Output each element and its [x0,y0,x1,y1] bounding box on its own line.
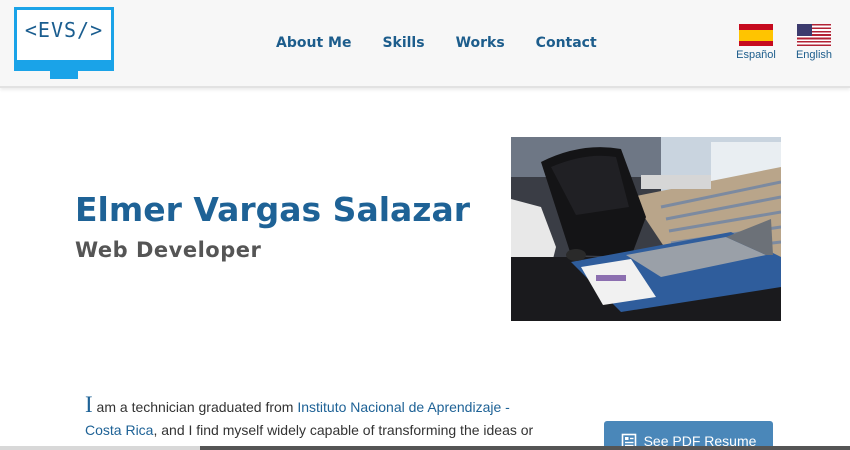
hero-role: Web Developer [75,238,262,262]
nav-skills[interactable]: Skills [382,35,424,51]
horizontal-scrollbar[interactable] [0,446,850,450]
intro-dropcap: I [85,392,93,417]
monitor-base [14,63,114,71]
intro-text-before: am a technician graduated from [92,399,298,415]
spain-flag-icon [739,24,773,46]
site-logo[interactable]: <EVS/> [14,7,114,79]
monitor-stand [50,71,78,79]
hero-name: Elmer Vargas Salazar [75,190,471,229]
nav-works[interactable]: Works [456,35,505,51]
nav-contact[interactable]: Contact [536,35,597,51]
desk-workspace-photo [511,137,781,321]
scrollbar-thumb[interactable] [200,446,850,450]
language-label: Español [736,49,776,61]
intro-text-after: , and I find myself widely capable of tr… [153,422,534,438]
monitor-logo-icon: <EVS/> [14,7,114,63]
main-nav: About Me Skills Works Contact [276,35,628,51]
language-label: English [795,49,833,61]
language-english-link[interactable]: English [790,24,838,61]
logo-text: <EVS/> [24,18,104,42]
us-flag-icon [797,24,831,46]
site-header: <EVS/> About Me Skills Works Contact Esp… [0,0,850,88]
nav-about-me[interactable]: About Me [276,35,351,51]
intro-paragraph: I am a technician graduated from Institu… [85,393,540,442]
language-spanish-link[interactable]: Español [732,24,780,61]
